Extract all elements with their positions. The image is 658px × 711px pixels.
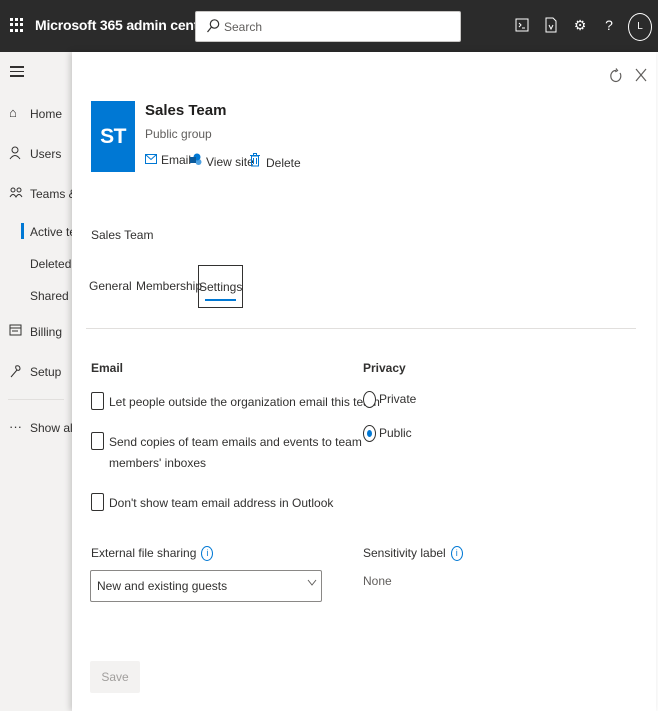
search-icon [207,19,220,33]
view-site-action-label: View site [206,155,254,169]
search-box[interactable] [195,11,461,42]
email-option-copies-line2: members' inboxes [109,456,206,470]
avatar[interactable]: L [628,13,652,41]
nav-item-show-all[interactable]: ··· Show all [0,414,72,442]
user-icon [9,146,23,160]
nav-item-label: Setup [30,365,62,379]
privacy-section-heading: Privacy [363,361,406,375]
app-title[interactable]: Microsoft 365 admin center [35,17,211,33]
nav-item-shared-mailboxes[interactable]: Shared ma [0,282,72,310]
mail-icon [145,153,157,167]
terminal-icon[interactable] [512,15,532,35]
nav-item-label: Teams & g [30,187,72,201]
billing-icon [9,324,23,338]
tab-settings-label: Settings [199,280,243,294]
trash-icon [250,153,262,170]
nav-item-label: Shared ma [30,289,72,303]
nav-item-billing[interactable]: Billing [0,318,72,346]
nav-item-deleted-groups[interactable]: Deleted gr [0,250,72,278]
email-option-copies-checkbox[interactable] [91,432,104,450]
delete-action-label: Delete [266,156,301,170]
sensitivity-value: None [363,574,392,588]
tab-settings[interactable]: Settings [198,265,243,308]
info-icon[interactable]: i [201,546,214,562]
group-name: Sales Team [145,102,227,119]
top-bar: Microsoft 365 admin center ⚙ ? L [0,0,658,52]
tab-divider [86,328,636,329]
search-input[interactable] [222,12,452,41]
breadcrumb: Sales Team [91,228,154,242]
info-icon[interactable]: i [450,546,463,562]
refresh-icon[interactable] [607,68,625,86]
email-option-copies-line1: Send copies of team emails and events to… [109,435,362,449]
nav-item-label: Billing [30,325,63,339]
teams-icon [9,186,23,200]
hamburger-menu-icon[interactable] [10,66,24,78]
nav-divider [8,399,64,400]
sensitivity-heading: Sensitivity label i [363,546,463,562]
tab-selected-indicator [205,299,236,301]
nav-item-label: Show all [30,421,72,435]
setup-icon [9,364,23,378]
tab-general[interactable]: General [89,265,132,308]
email-section-heading: Email [91,361,124,375]
nav-item-label: Home [30,107,63,121]
app-launcher-icon[interactable] [10,18,24,32]
external-sharing-label: External file sharing [91,546,197,560]
sharepoint-icon [190,153,202,169]
active-indicator [21,223,24,239]
nav-item-setup[interactable]: Setup [0,358,72,386]
more-icon: ··· [9,419,22,434]
nav-item-users[interactable]: Users [0,140,72,168]
home-icon: ⌂ [9,105,17,120]
external-sharing-value: New and existing guests [97,579,228,593]
nav-item-teams-groups[interactable]: Teams & g [0,180,72,208]
nav-item-active-teams[interactable]: Active tear [0,218,72,246]
privacy-private-radio[interactable] [363,391,376,408]
privacy-public-radio[interactable] [363,425,376,442]
document-icon[interactable] [541,15,561,35]
nav-item-label: Users [30,147,62,161]
email-option-external-checkbox[interactable] [91,392,104,410]
external-sharing-dropdown[interactable]: New and existing guests [90,570,322,602]
nav-item-home[interactable]: ⌂ Home [0,100,72,128]
group-type: Public group [145,127,212,141]
email-option-external-label: Let people outside the organization emai… [109,395,380,409]
chevron-down-icon [307,577,317,589]
group-details-panel: ST Sales Team Public group Email View si… [72,52,656,711]
left-nav: ⌂ Home Users Teams & g Active tear Delet… [0,52,72,711]
external-sharing-heading: External file sharing i [91,546,214,562]
email-option-hide-address-checkbox[interactable] [91,493,104,511]
privacy-private-label: Private [379,392,417,406]
delete-action[interactable]: Delete [250,153,301,171]
email-action[interactable]: Email [145,153,191,171]
nav-item-label: Deleted gr [30,257,72,271]
sensitivity-label: Sensitivity label [363,546,446,560]
tab-membership[interactable]: Membership [136,265,202,308]
privacy-public-label: Public [379,426,412,440]
email-option-external-row: Let people outside the organization emai… [91,392,380,414]
email-option-copies-row: Send copies of team emails and events to… [91,432,362,474]
save-button[interactable]: Save [90,661,140,693]
group-avatar-tile: ST [91,101,135,172]
close-icon[interactable] [632,68,650,86]
email-option-hide-address-row: Don't show team email address in Outlook [91,493,334,515]
email-option-hide-address-label: Don't show team email address in Outlook [109,496,334,510]
view-site-action[interactable]: View site [190,153,254,171]
help-icon[interactable]: ? [599,15,619,35]
email-option-copies-label: Send copies of team emails and events to… [109,432,362,474]
gear-icon[interactable]: ⚙ [570,15,590,35]
nav-item-label: Active tear [30,225,72,239]
email-action-label: Email [161,153,192,167]
